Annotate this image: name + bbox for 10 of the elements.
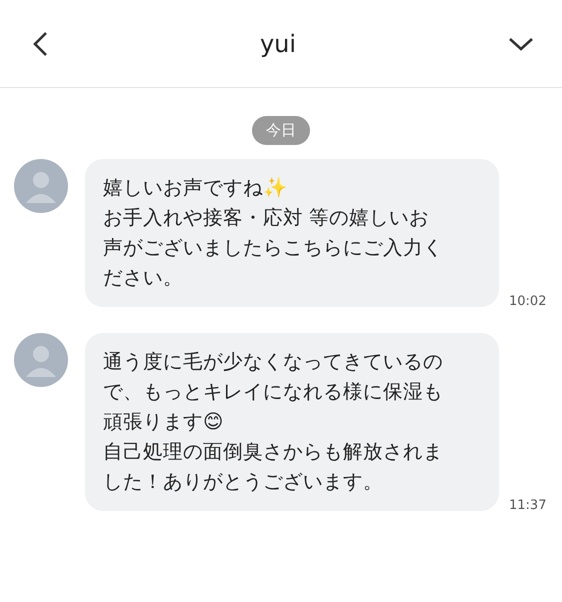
date-badge: 今日 (252, 116, 310, 145)
message-time: 10:02 (509, 294, 546, 309)
message-time: 11:37 (509, 498, 546, 513)
back-icon[interactable] (32, 30, 48, 56)
chat-title: yui (260, 30, 296, 58)
message-bubble: 通う度に毛が少なくなってきているので、もっとキレイになれる様に保湿も頑張ります😊 自己処理の面倒臭さからも解放されました！ありがとうございます。 (85, 333, 499, 511)
avatar-icon (14, 333, 68, 387)
chevron-down-icon[interactable] (508, 36, 534, 52)
avatar-icon (14, 159, 68, 213)
message-bubble: 嬉しいお声ですね✨ お手入れや接客・応対 等の嬉しいお声がございましたらこちらにご入力ください。 (85, 159, 499, 307)
